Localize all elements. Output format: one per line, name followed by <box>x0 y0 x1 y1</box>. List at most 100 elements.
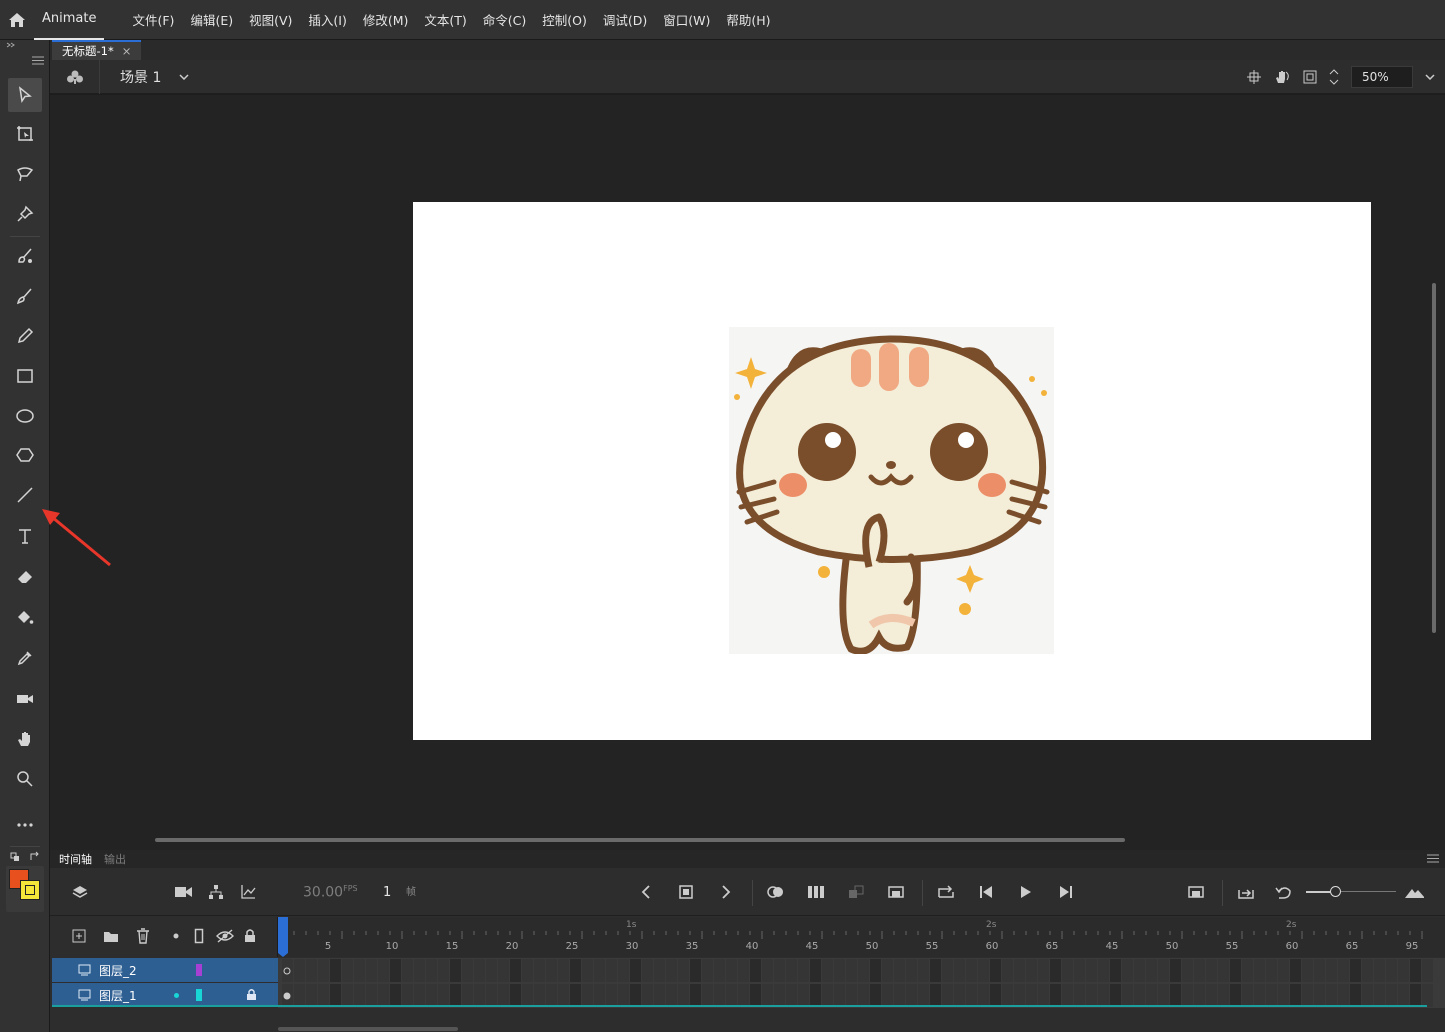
lasso-tool[interactable] <box>8 157 42 191</box>
lock-icon[interactable] <box>246 988 257 1001</box>
frame-cell[interactable] <box>1146 984 1157 1007</box>
frame-cell[interactable] <box>702 959 713 982</box>
selection-tool[interactable] <box>8 78 42 112</box>
frame-cell[interactable] <box>1062 959 1073 982</box>
oval-tool[interactable] <box>8 399 42 433</box>
frame-cell[interactable] <box>990 959 1001 982</box>
frame-cell[interactable] <box>918 959 929 982</box>
frame-cell[interactable] <box>390 959 401 982</box>
frame-cell[interactable] <box>606 984 617 1007</box>
frame-cell[interactable] <box>1182 984 1193 1007</box>
layer-parenting-button[interactable] <box>206 882 226 902</box>
frame-cell[interactable] <box>990 984 1001 1007</box>
frame-cell[interactable] <box>546 984 557 1007</box>
layer-color-swatch[interactable] <box>196 964 202 976</box>
frame-cell[interactable] <box>450 984 461 1007</box>
frame-cell[interactable] <box>1002 959 1013 982</box>
frame-cell[interactable] <box>870 984 881 1007</box>
frame-cell[interactable] <box>630 984 641 1007</box>
paint-brush-tool[interactable] <box>8 279 42 313</box>
frame-cell[interactable] <box>522 959 533 982</box>
frame-cell[interactable] <box>798 984 809 1007</box>
frame-cell[interactable] <box>966 959 977 982</box>
frame-cell[interactable] <box>1278 984 1289 1007</box>
frame-cell[interactable] <box>870 959 881 982</box>
new-layer-icon[interactable] <box>72 929 86 943</box>
frame-cell[interactable] <box>1314 984 1325 1007</box>
frame-cell[interactable] <box>834 984 845 1007</box>
frame-cell[interactable] <box>378 959 389 982</box>
zoom-tool[interactable] <box>8 762 42 796</box>
play-button[interactable] <box>1016 882 1036 902</box>
frame-cell[interactable] <box>906 959 917 982</box>
frame-cell[interactable] <box>1074 984 1085 1007</box>
frame-cell[interactable] <box>1326 959 1337 982</box>
trash-icon[interactable] <box>136 928 150 944</box>
frame-cell[interactable] <box>354 959 365 982</box>
fill-color-swatch[interactable] <box>20 880 40 900</box>
frame-cell[interactable] <box>606 959 617 982</box>
document-tab[interactable]: 无标题-1* × <box>52 40 142 60</box>
frame-cell[interactable] <box>1266 959 1277 982</box>
frame-cell[interactable] <box>1086 959 1097 982</box>
layers-toggle-button[interactable] <box>70 882 90 902</box>
insert-keyframe-button[interactable] <box>676 882 696 902</box>
frame-cell[interactable] <box>762 959 773 982</box>
frame-cell[interactable] <box>642 959 653 982</box>
frame-cell[interactable] <box>306 984 317 1007</box>
frame-cell[interactable] <box>318 984 329 1007</box>
frame-cell[interactable] <box>954 959 965 982</box>
tab-output[interactable]: 输出 <box>104 851 126 867</box>
frame-cell[interactable] <box>678 959 689 982</box>
frame-cell[interactable] <box>1026 959 1037 982</box>
frame-cell[interactable] <box>1290 984 1301 1007</box>
frame-cell[interactable] <box>1350 984 1361 1007</box>
frame-cell[interactable] <box>1194 959 1205 982</box>
menu-view[interactable]: 视图(V) <box>241 10 300 29</box>
frame-cell[interactable] <box>714 959 725 982</box>
frame-cell[interactable] <box>1230 959 1241 982</box>
pasteboard[interactable] <box>50 95 1445 850</box>
playhead[interactable] <box>278 917 288 957</box>
frame-cell[interactable] <box>750 959 761 982</box>
frame-cell[interactable] <box>774 959 785 982</box>
frame-cell[interactable] <box>930 984 941 1007</box>
menu-help[interactable]: 帮助(H) <box>718 10 778 29</box>
frame-cell[interactable] <box>1014 959 1025 982</box>
frame-cell[interactable] <box>510 959 521 982</box>
frame-cell[interactable] <box>714 984 725 1007</box>
frame-cell[interactable] <box>1122 959 1133 982</box>
rectangle-tool[interactable] <box>8 359 42 393</box>
reset-view-button[interactable] <box>1274 882 1294 902</box>
frame-cell[interactable] <box>702 984 713 1007</box>
frame-cell[interactable] <box>1230 984 1241 1007</box>
frame-cell[interactable] <box>414 959 425 982</box>
pin-tool[interactable] <box>8 197 42 231</box>
frame-cell[interactable] <box>534 984 545 1007</box>
frame-cell[interactable] <box>882 959 893 982</box>
frame-cell[interactable] <box>618 959 629 982</box>
frame-cell[interactable] <box>294 959 305 982</box>
frame-cell[interactable] <box>690 959 701 982</box>
frame-cell[interactable] <box>1158 984 1169 1007</box>
frame-cell[interactable] <box>1182 959 1193 982</box>
panel-menu-icon[interactable] <box>1427 854 1439 863</box>
free-transform-tool[interactable] <box>8 117 42 151</box>
frame-cell[interactable] <box>1158 959 1169 982</box>
text-tool[interactable] <box>8 519 42 553</box>
center-stage-icon[interactable] <box>1247 70 1261 84</box>
new-folder-icon[interactable] <box>103 930 119 943</box>
frame-zoom-slider[interactable] <box>1306 885 1396 899</box>
frame-cell[interactable] <box>366 959 377 982</box>
add-camera-button[interactable] <box>174 882 194 902</box>
frame-cell[interactable] <box>942 984 953 1007</box>
edit-scene-button[interactable] <box>50 59 100 94</box>
frame-cell[interactable] <box>570 984 581 1007</box>
frame-cell[interactable] <box>438 984 449 1007</box>
frame-cell[interactable] <box>1314 959 1325 982</box>
timeline-scrollbar[interactable] <box>278 1027 458 1031</box>
frame-cell[interactable] <box>330 959 341 982</box>
frame-cell[interactable] <box>1170 959 1181 982</box>
zoom-stepper-icon[interactable] <box>1329 67 1339 87</box>
frame-cell[interactable] <box>786 984 797 1007</box>
